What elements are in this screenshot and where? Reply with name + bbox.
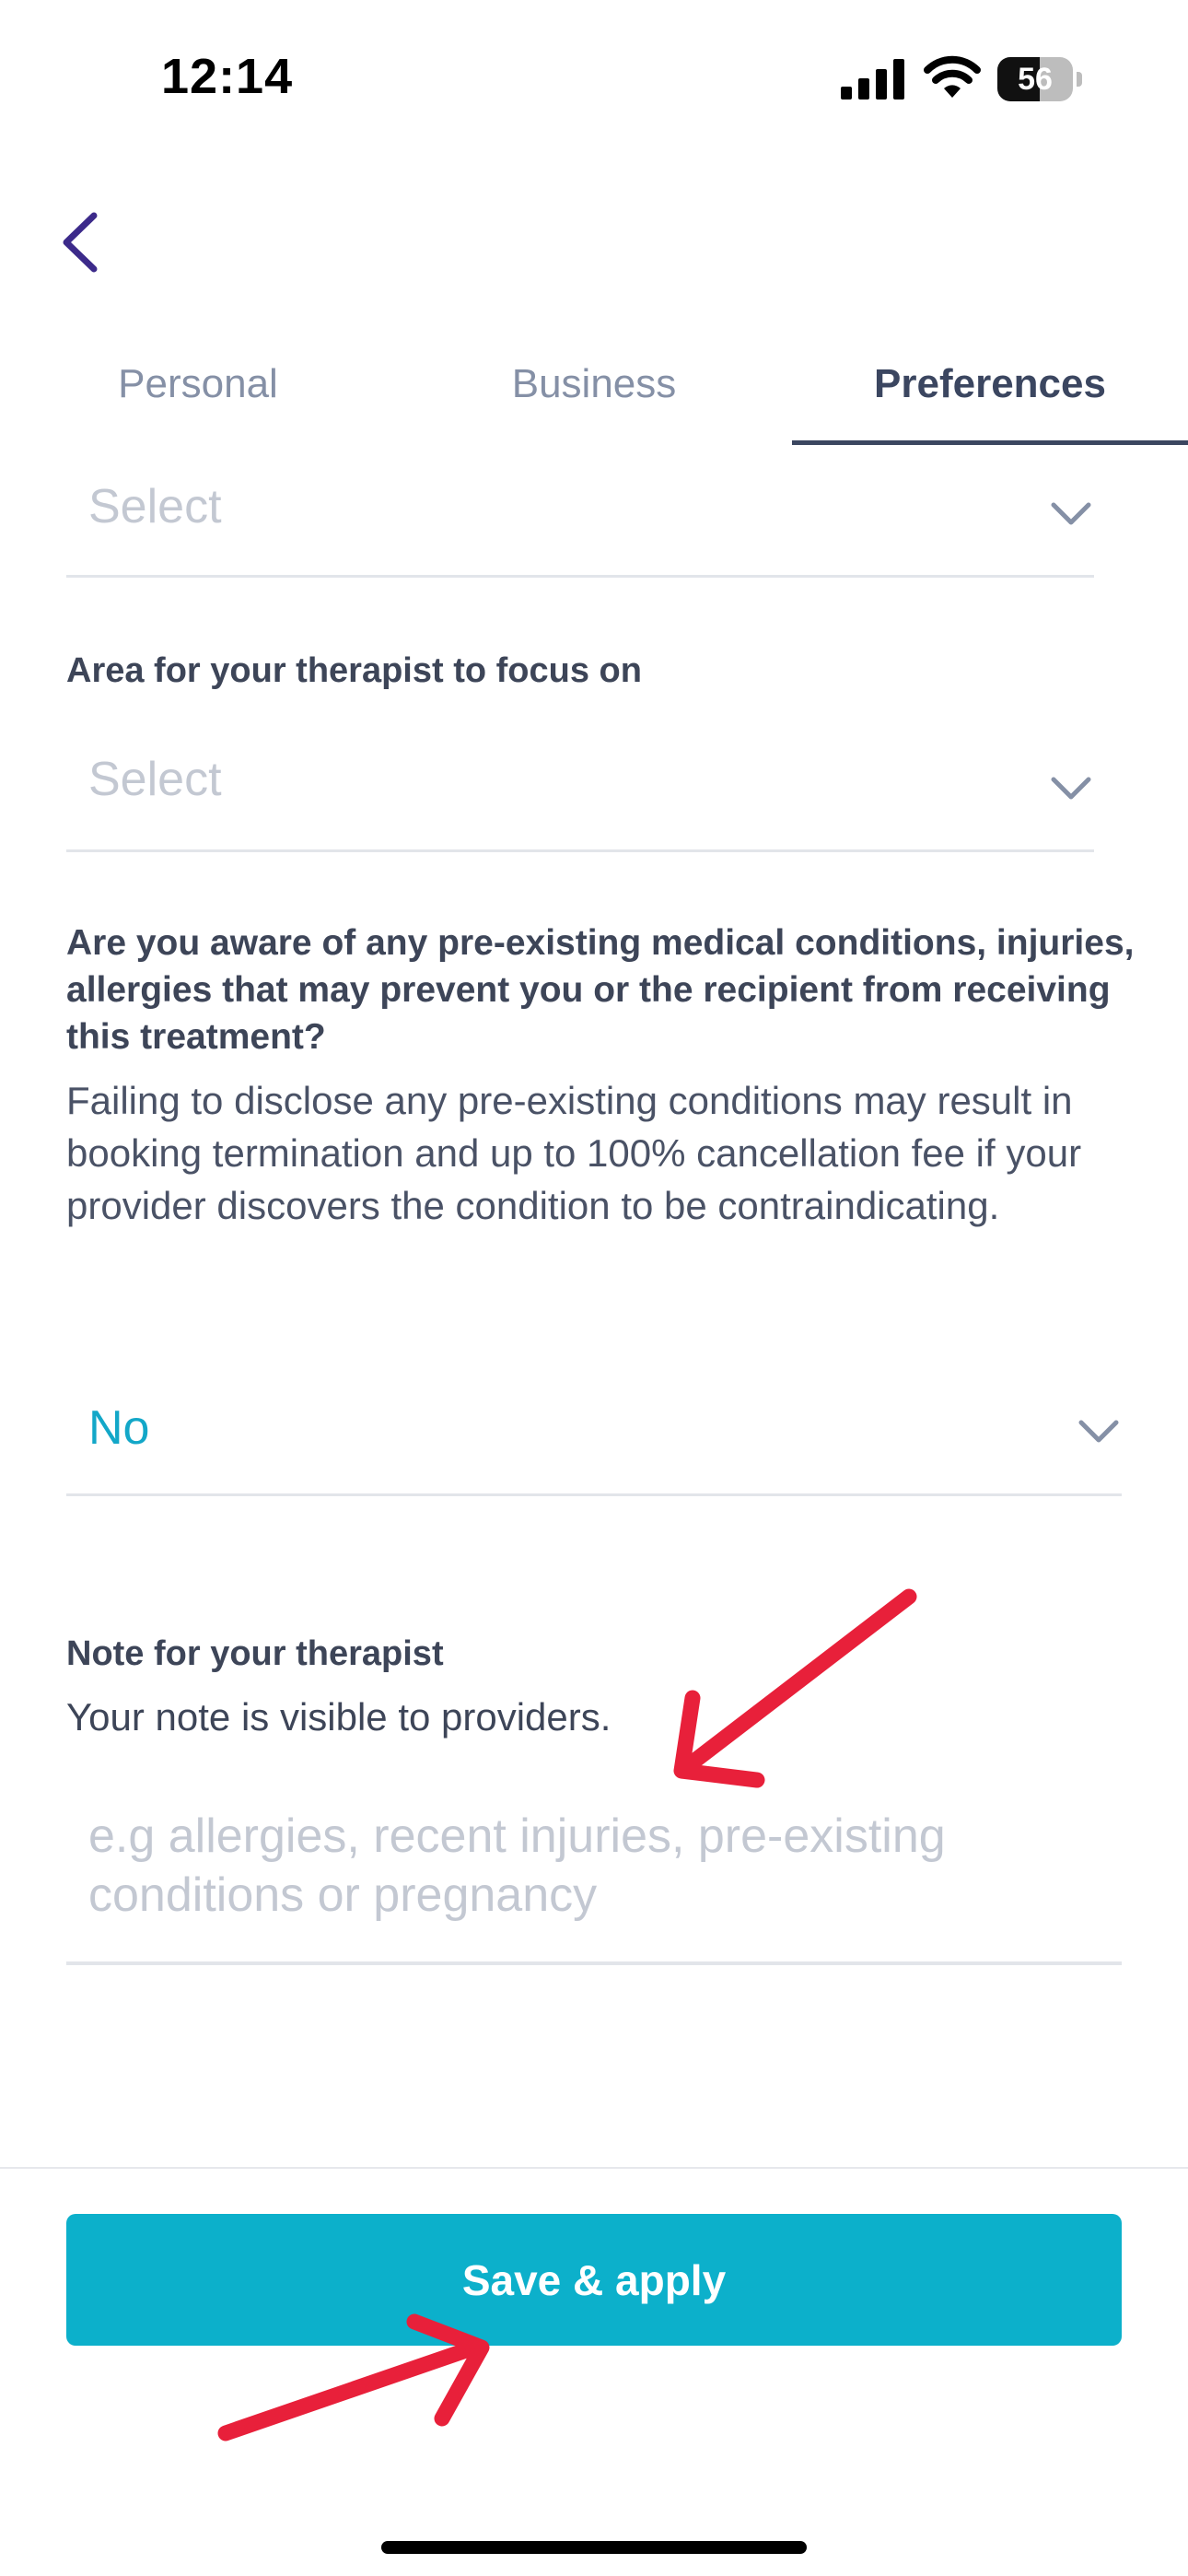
focus-area-underline	[66, 849, 1094, 852]
battery-icon: 56	[997, 57, 1082, 101]
first-select-placeholder: Select	[88, 480, 222, 533]
chevron-down-icon	[1078, 1420, 1119, 1443]
chevron-down-icon	[1051, 777, 1091, 800]
tab-preferences[interactable]: Preferences	[792, 361, 1188, 407]
note-underline	[66, 1961, 1122, 1965]
note-textarea[interactable]: e.g allergies, recent injuries, pre-exis…	[66, 1801, 1122, 1960]
status-time: 12:14	[161, 49, 294, 104]
note-label: Note for your therapist	[66, 1634, 444, 1673]
medical-conditions-select[interactable]: No	[66, 1382, 1122, 1493]
medical-conditions-value: No	[88, 1401, 150, 1455]
signal-icon	[841, 59, 904, 100]
focus-area-label: Area for your therapist to focus on	[66, 651, 642, 690]
medical-conditions-underline	[66, 1493, 1122, 1496]
first-select-underline	[66, 575, 1094, 578]
medical-conditions-question: Are you aware of any pre-existing medica…	[66, 923, 1135, 1057]
home-indicator	[381, 2541, 807, 2554]
battery-level: 56	[1018, 62, 1053, 97]
note-helper: Your note is visible to providers.	[66, 1695, 611, 1739]
footer-divider	[0, 2167, 1188, 2169]
tab-business[interactable]: Business	[396, 361, 792, 407]
note-placeholder: e.g allergies, recent injuries, pre-exis…	[88, 1809, 946, 1922]
wifi-icon	[924, 55, 981, 98]
active-tab-indicator	[792, 440, 1188, 445]
save-apply-button[interactable]: Save & apply	[66, 2214, 1122, 2346]
tab-personal[interactable]: Personal	[0, 361, 396, 407]
chevron-down-icon	[1051, 502, 1091, 525]
focus-area-placeholder: Select	[88, 753, 222, 806]
medical-conditions-helper: Failing to disclose any pre-existing con…	[66, 1079, 1082, 1227]
focus-area-select[interactable]: Select	[66, 737, 1094, 838]
back-chevron-icon[interactable]	[55, 210, 105, 275]
first-select[interactable]: Select	[66, 461, 1094, 562]
